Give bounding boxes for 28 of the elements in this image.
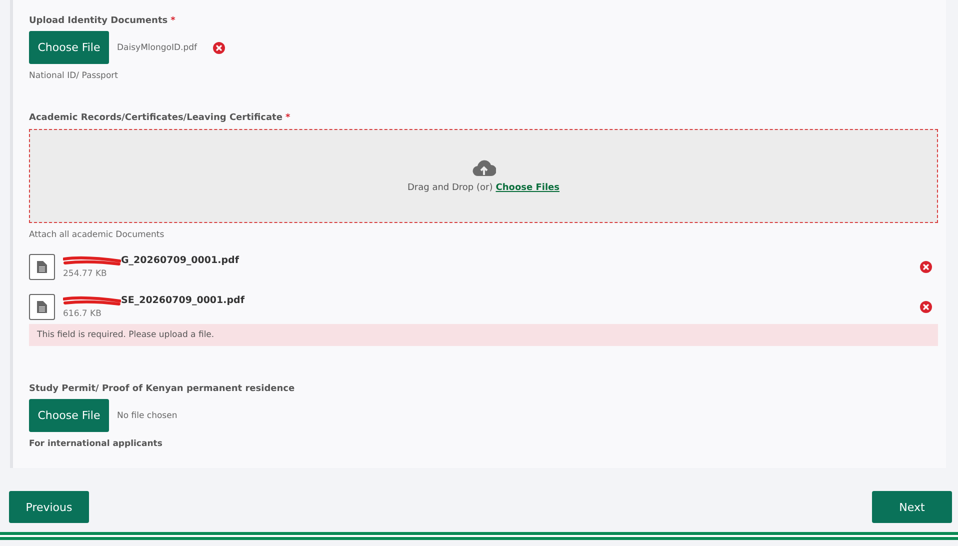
- document-icon: [29, 294, 55, 320]
- remove-icon[interactable]: [213, 42, 225, 54]
- cloud-upload-icon: [472, 159, 496, 177]
- file-name: SE_20260709_0001.pdf: [121, 295, 244, 306]
- required-mark: *: [285, 113, 290, 123]
- choose-file-button[interactable]: Choose File: [29, 31, 109, 64]
- field-hint: National ID/ Passport: [29, 71, 119, 81]
- next-button[interactable]: Next: [872, 491, 952, 523]
- field-hint: For international applicants: [29, 439, 164, 449]
- choose-file-button[interactable]: Choose File: [29, 399, 109, 432]
- document-icon: [29, 254, 55, 280]
- file-name: DaisyMlongoID.pdf: [117, 42, 197, 52]
- field-label: Academic Records/Certificates/Leaving Certificate: [29, 113, 282, 123]
- remove-icon[interactable]: [920, 261, 932, 273]
- drop-zone[interactable]: Drag and Drop (or) Choose Files: [29, 129, 938, 223]
- remove-icon[interactable]: [920, 301, 932, 313]
- error-message: This field is required. Please upload a file.: [29, 324, 938, 346]
- file-name: G_20260709_0001.pdf: [121, 255, 239, 266]
- previous-button[interactable]: Previous: [9, 491, 89, 523]
- file-size: 254.77 KB: [63, 269, 108, 279]
- drop-text: Drag and Drop (or): [407, 183, 493, 193]
- field-label: Upload Identity Documents: [29, 16, 168, 26]
- file-name: No file chosen: [117, 410, 178, 420]
- choose-files-link[interactable]: Choose Files: [496, 183, 560, 193]
- field-label: Study Permit/ Proof of Kenyan permanent residence: [29, 384, 295, 394]
- required-mark: *: [170, 16, 176, 26]
- field-hint: Attach all academic Documents: [29, 230, 166, 240]
- file-size: 616.7 KB: [63, 309, 102, 319]
